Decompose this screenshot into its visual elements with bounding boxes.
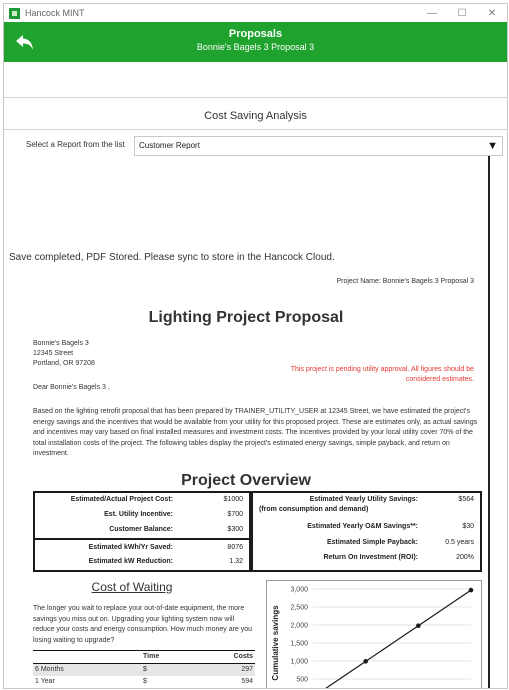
overview-label: (from consumption and demand) bbox=[259, 506, 369, 513]
data-point bbox=[363, 659, 368, 664]
overview-value: 0.5 years bbox=[445, 539, 474, 546]
status-message: Save completed, PDF Stored. Please sync … bbox=[9, 252, 335, 263]
close-window-button[interactable]: ✕ bbox=[477, 8, 507, 19]
minimize-button[interactable]: — bbox=[417, 8, 447, 19]
page-subtitle: Bonnie's Bagels 3 Proposal 3 bbox=[196, 42, 315, 52]
app-window: Hancock MINT — ☐ ✕ Proposals Bonnie's Ba… bbox=[3, 3, 508, 689]
table-row: 6 Months $ 297 bbox=[33, 664, 255, 676]
maximize-button[interactable]: ☐ bbox=[447, 8, 477, 19]
overview-value: $564 bbox=[458, 496, 474, 503]
table-cell: 1 Year bbox=[35, 678, 55, 685]
intro-paragraph: Based on the lighting retrofit proposal … bbox=[33, 408, 478, 457]
app-header: Proposals Bonnie's Bagels 3 Proposal 3 bbox=[4, 22, 507, 62]
page-title: Proposals bbox=[228, 28, 283, 40]
series-line bbox=[325, 589, 472, 688]
overview-value: $700 bbox=[227, 511, 243, 518]
overview-value: $300 bbox=[227, 526, 243, 533]
table-cell: $ bbox=[143, 666, 147, 673]
pending-approval-notice: This project is pending utility approval… bbox=[290, 366, 474, 383]
app-logo-icon bbox=[9, 7, 20, 19]
y-tick-label: 2,000 bbox=[290, 623, 308, 630]
y-tick-label: 1,500 bbox=[290, 641, 308, 648]
cost-of-waiting-paragraph: The longer you wait to replace your out-… bbox=[33, 605, 253, 644]
overview-value: 1.32 bbox=[229, 558, 243, 565]
overview-value: 8076 bbox=[227, 544, 243, 551]
address-line: Bonnie's Bagels 3 bbox=[33, 340, 89, 347]
title-bar: Hancock MINT — ☐ ✕ bbox=[4, 4, 507, 22]
section-divider bbox=[4, 129, 507, 130]
overview-savings-box: Estimated Yearly Utility Savings: $564 (… bbox=[251, 491, 482, 572]
overview-title: Project Overview bbox=[181, 472, 311, 489]
project-name: Project Name: Bonnie's Bagels 3 Proposal… bbox=[336, 278, 474, 285]
y-axis-label: Cumulative savings bbox=[271, 605, 280, 681]
overview-label: Estimated kW Reduction: bbox=[88, 558, 173, 565]
proposal-title: Lighting Project Proposal bbox=[148, 309, 344, 326]
report-select-label: Select a Report from the list bbox=[26, 140, 125, 149]
overview-value: 200% bbox=[456, 554, 474, 561]
y-tick-label: 1,000 bbox=[290, 659, 308, 666]
address-line: Portland, OR 97208 bbox=[33, 360, 95, 367]
savings-chart: 05001,0001,5002,0002,5003,0000204060Cumu… bbox=[271, 587, 474, 688]
table-cell: 594 bbox=[241, 678, 253, 685]
table-header: Costs bbox=[233, 653, 253, 660]
overview-label: Estimated Simple Payback: bbox=[326, 539, 418, 546]
table-cell: $ bbox=[143, 678, 147, 685]
data-point bbox=[416, 623, 421, 629]
report-select-row: Select a Report from the list Customer R… bbox=[4, 136, 507, 156]
table-row: 1 Year $ 594 bbox=[33, 676, 255, 688]
cost-of-waiting-title: Cost of Waiting bbox=[91, 580, 173, 594]
address-line: 12345 Street bbox=[33, 350, 74, 357]
salutation: Dear Bonnie's Bagels 3 , bbox=[33, 384, 110, 391]
customer-address: Bonnie's Bagels 3 12345 Street Portland,… bbox=[33, 339, 95, 369]
overview-label: Estimated kWh/Yr Saved: bbox=[88, 544, 173, 551]
y-tick-label: 500 bbox=[296, 677, 308, 684]
overview-label: Estimated Yearly Utility Savings: bbox=[309, 496, 418, 503]
overview-energy-box: Estimated kWh/Yr Saved: 8076 Estimated k… bbox=[33, 538, 251, 572]
dropdown-arrow-icon: ▼ bbox=[487, 140, 498, 152]
overview-value: $1000 bbox=[223, 496, 243, 503]
report-scrollbar[interactable] bbox=[488, 156, 490, 688]
table-header: Time bbox=[143, 653, 160, 660]
app-title: Hancock MINT bbox=[25, 8, 85, 18]
back-button[interactable] bbox=[14, 31, 36, 53]
report-select-dropdown[interactable]: Customer Report ▼ bbox=[134, 136, 503, 156]
y-tick-label: 2,500 bbox=[290, 605, 308, 612]
overview-costs-box: Estimated/Actual Project Cost: $1000 Est… bbox=[33, 491, 251, 540]
overview-label: Customer Balance: bbox=[109, 526, 173, 533]
savings-chart-frame: 05001,0001,5002,0002,5003,0000204060Cumu… bbox=[266, 580, 482, 688]
overview-label: Est. Utility Incentive: bbox=[104, 511, 173, 518]
report-select-value: Customer Report bbox=[139, 141, 200, 150]
data-point bbox=[468, 587, 474, 593]
overview-value: $30 bbox=[462, 523, 474, 530]
header-divider bbox=[4, 97, 507, 98]
overview-label: Estimated Yearly O&M Savings**: bbox=[307, 523, 418, 530]
overview-label: Estimated/Actual Project Cost: bbox=[70, 496, 173, 503]
overview-label: Return On Investment (ROI): bbox=[323, 554, 418, 561]
table-header-row: Time Costs bbox=[33, 650, 255, 664]
table-cell: 297 bbox=[241, 666, 253, 673]
y-tick-label: 3,000 bbox=[290, 587, 308, 594]
back-arrow-icon bbox=[16, 35, 33, 50]
cost-of-waiting-table: Time Costs 6 Months $ 297 1 Year $ 594 bbox=[33, 650, 255, 688]
table-cell: 6 Months bbox=[35, 666, 64, 673]
section-title: Cost Saving Analysis bbox=[204, 110, 307, 122]
report-viewer: Save completed, PDF Stored. Please sync … bbox=[4, 156, 488, 688]
